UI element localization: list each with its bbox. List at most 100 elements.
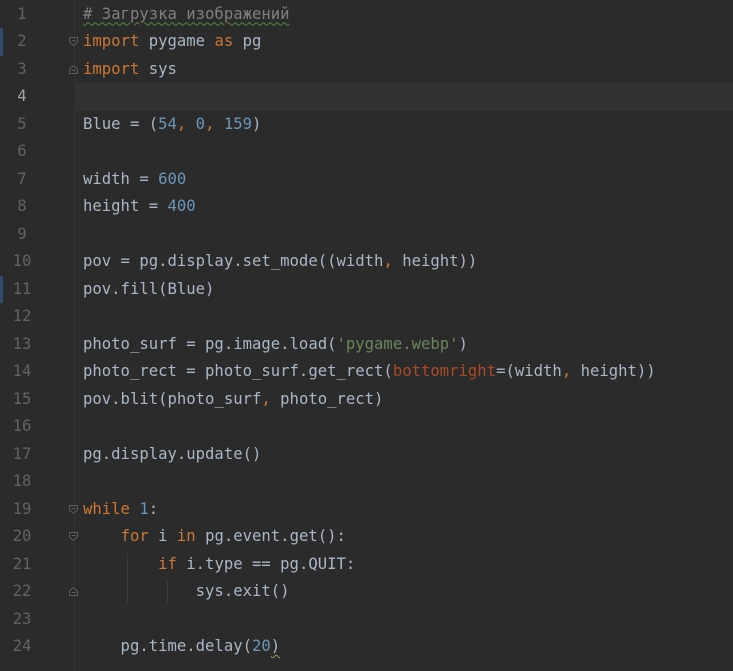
code-token: in [176,527,196,545]
code-token: width = [83,169,159,188]
code-line[interactable]: pov.blit(photo_surf, photo_rect) [83,386,733,414]
code-token: 0 [195,114,206,133]
code-token: , [205,114,224,133]
code-area[interactable]: # Загрузка изображений import pygame as p… [75,0,733,671]
code-line[interactable]: height = 400 [83,193,733,221]
line-number: 3 [17,59,27,78]
fold-collapse-icon[interactable] [68,504,79,515]
line-number: 20 [12,527,32,545]
code-token: pov.fill(Blue) [83,279,215,298]
code-token: import [83,59,140,78]
code-token: , [176,114,196,133]
code-token: sys.exit() [83,582,290,600]
code-token: , [261,389,281,408]
line-number: 22 [12,582,32,600]
change-marker[interactable] [0,28,3,56]
code-token: =(width [496,362,562,380]
fold-collapse-icon[interactable] [68,531,79,542]
code-token: import [83,32,140,50]
code-line[interactable]: pg.display.update() [83,441,733,469]
code-token: pg [233,32,262,50]
code-token: pygame [139,32,215,50]
fold-end-icon[interactable] [68,64,79,75]
line-number: 12 [12,307,32,325]
line-number: 15 [12,389,32,408]
change-marker[interactable] [0,275,3,303]
code-line[interactable]: sys.exit() [83,578,733,606]
code-token: sys [139,59,177,78]
code-line[interactable]: photo_rect = photo_surf.get_rect(bottomr… [83,358,733,386]
code-line[interactable] [83,413,733,441]
code-token: pov.blit(photo_surf [83,389,262,408]
line-number: 1 [17,4,27,23]
code-token: # Загрузка изображений [83,4,290,23]
code-token: , [383,252,403,270]
code-token: height)) [580,362,656,380]
line-number: 11 [12,279,32,298]
code-line[interactable]: import sys [83,56,733,84]
code-token: height)) [402,252,478,270]
code-token: photo_rect = photo_surf.get_rect( [83,362,393,380]
line-number: 17 [12,444,32,463]
code-token: : [148,499,159,518]
line-number: 7 [17,169,27,188]
code-token: pg.display.update() [83,444,262,463]
code-line[interactable]: photo_surf = pg.image.load('pygame.webp'… [83,331,733,359]
code-line[interactable]: while 1: [83,496,733,524]
code-token: photo_surf = pg.image.load( [83,334,337,353]
code-token: ) [252,114,262,133]
code-line[interactable]: import pygame as pg [83,28,733,56]
code-token: if [158,554,177,573]
code-token: 600 [158,169,187,188]
code-token: i [148,527,177,545]
line-number: 18 [12,472,32,490]
code-line[interactable] [83,221,733,249]
line-number: 19 [12,499,32,518]
code-editor[interactable]: 1 2 3 4 5 6 7 8 9 10 11 12 13 14 15 16 17 18 19 20 21 22 23 24 … [0,0,733,671]
code-token: 20 [252,637,271,655]
code-token: for [120,527,149,545]
indent-guide [166,580,168,604]
line-number: 13 [12,334,32,353]
code-token: 54 [158,114,177,133]
line-number: 24 [12,637,32,655]
line-number: 8 [17,197,27,215]
code-token: bottomright [392,362,497,380]
line-number: 14 [12,362,32,380]
fold-collapse-icon[interactable] [68,36,79,47]
code-line[interactable]: # Загрузка изображений [83,1,733,29]
code-line[interactable]: pov = pg.display.set_mode((width, height… [83,248,733,276]
code-line[interactable] [83,303,733,331]
line-number: 5 [17,114,27,133]
line-number: 23 [12,609,32,628]
code-line[interactable] [83,83,733,111]
line-number: 16 [12,417,32,435]
code-token: photo_rect) [280,389,384,408]
code-token: pg.time.delay( [83,637,252,655]
code-line[interactable]: for i in pg.event.get(): [83,523,733,551]
line-number: 10 [12,252,32,270]
code-token: i.type == pg.QUIT: [176,554,356,573]
fold-end-icon[interactable] [68,586,79,597]
code-token: 400 [167,197,196,215]
code-line[interactable]: Blue = (54, 0, 159) [83,111,733,139]
code-line[interactable]: pov.fill(Blue) [83,276,733,304]
code-token: ) [458,334,468,353]
line-number: 6 [17,142,27,160]
code-token: , [561,362,581,380]
code-line[interactable]: if i.type == pg.QUIT: [83,551,733,579]
code-line[interactable] [83,138,733,166]
code-token: 159 [223,114,253,133]
code-line[interactable] [83,468,733,496]
line-number-gutter[interactable]: 1 2 3 4 5 6 7 8 9 10 11 12 13 14 15 16 17 18 19 20 21 22 23 24 [0,0,75,671]
code-line[interactable] [83,606,733,634]
indent-guide [126,552,128,604]
code-line[interactable]: width = 600 [83,166,733,194]
code-token: 'pygame.webp' [336,334,459,353]
line-number: 4 [17,87,27,105]
code-line[interactable]: pg.time.delay(20) [83,633,733,661]
code-token: height = [83,197,168,215]
line-number: 2 [17,32,27,50]
